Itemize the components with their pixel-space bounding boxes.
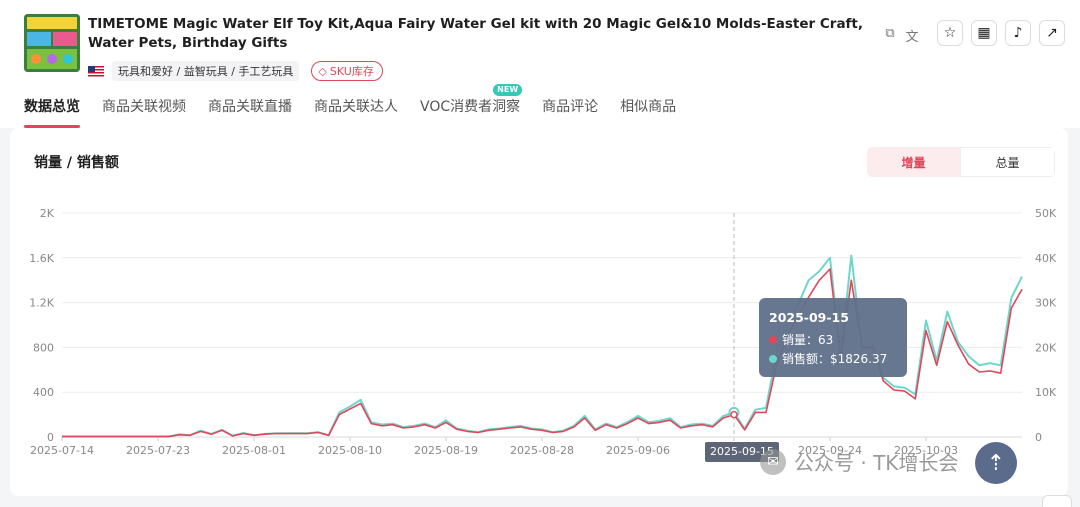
corner-tab[interactable]	[1042, 495, 1072, 507]
action-buttons: ☆ ▦ ♪ ↗	[937, 20, 1065, 46]
sku-stock-button[interactable]: ◇ SKU库存	[311, 61, 383, 81]
tooltip-sales-row: 销量：63	[769, 331, 833, 348]
tab-similar-products[interactable]: 相似商品	[620, 94, 676, 128]
product-header: TIMETOME Magic Water Elf Toy Kit,Aqua Fa…	[0, 0, 1080, 128]
copy-icon[interactable]: ⧉	[882, 26, 898, 45]
favorite-button[interactable]: ☆	[937, 20, 963, 46]
watermark: ✉ 公众号 · TK增长会	[760, 447, 958, 476]
qrcode-button[interactable]: ▦	[971, 20, 997, 46]
section-title: 销量 / 销售额	[34, 155, 119, 171]
external-link-icon: ↗	[1046, 25, 1058, 41]
tab-voc-insights[interactable]: VOC消费者洞察 NEW	[420, 84, 523, 128]
sales-chart-card: 销量 / 销售额 增量 总量	[10, 128, 1068, 496]
back-to-top-button[interactable]: ⇡	[975, 442, 1017, 484]
product-thumbnail[interactable]	[24, 14, 80, 72]
title-tools: ⧉ 文	[882, 26, 920, 45]
tooltip-revenue-row: 销售额：$1826.37	[769, 350, 887, 367]
mode-toggle: 增量 总量	[867, 147, 1055, 177]
tab-bar: 数据总览 商品关联视频 商品关联直播 商品关联达人 VOC消费者洞察 NEW 商…	[24, 84, 698, 128]
star-icon: ☆	[943, 25, 957, 41]
tab-related-videos[interactable]: 商品关联视频	[102, 94, 186, 128]
qrcode-icon: ▦	[977, 25, 991, 41]
product-meta: 玩具和爱好 / 益智玩具 / 手工艺玩具 ◇ SKU库存	[88, 61, 383, 81]
tab-related-live[interactable]: 商品关联直播	[208, 94, 292, 128]
open-external-button[interactable]: ↗	[1039, 20, 1065, 46]
us-flag-icon	[88, 65, 104, 77]
tooltip-sales: 销量：63	[782, 333, 834, 347]
tag-icon: ◇	[318, 64, 327, 78]
tab-related-creators[interactable]: 商品关联达人	[314, 94, 398, 128]
watermark-text: 公众号 · TK增长会	[794, 451, 959, 475]
tiktok-button[interactable]: ♪	[1005, 20, 1031, 46]
tab-data-overview[interactable]: 数据总览	[24, 94, 80, 128]
translate-icon[interactable]: 文	[904, 26, 920, 45]
toggle-total[interactable]: 总量	[960, 147, 1055, 177]
wechat-icon: ✉	[760, 448, 786, 475]
tooltip-revenue: 销售额：$1826.37	[782, 352, 888, 366]
sales-legend-dot	[769, 335, 777, 344]
revenue-legend-dot	[769, 354, 777, 363]
chart-tooltip: 2025-09-15 销量：63 销售额：$1826.37	[759, 298, 907, 377]
category-breadcrumb[interactable]: 玩具和爱好 / 益智玩具 / 手工艺玩具	[112, 61, 300, 81]
new-badge: NEW	[493, 84, 523, 96]
arrow-up-icon: ⇡	[986, 450, 1006, 476]
tiktok-icon: ♪	[1013, 25, 1023, 41]
tooltip-date: 2025-09-15	[769, 310, 849, 325]
sku-stock-label: SKU库存	[329, 65, 374, 78]
tab-reviews[interactable]: 商品评论	[542, 94, 598, 128]
toggle-increment[interactable]: 增量	[867, 147, 960, 177]
product-title: TIMETOME Magic Water Elf Toy Kit,Aqua Fa…	[88, 16, 864, 51]
